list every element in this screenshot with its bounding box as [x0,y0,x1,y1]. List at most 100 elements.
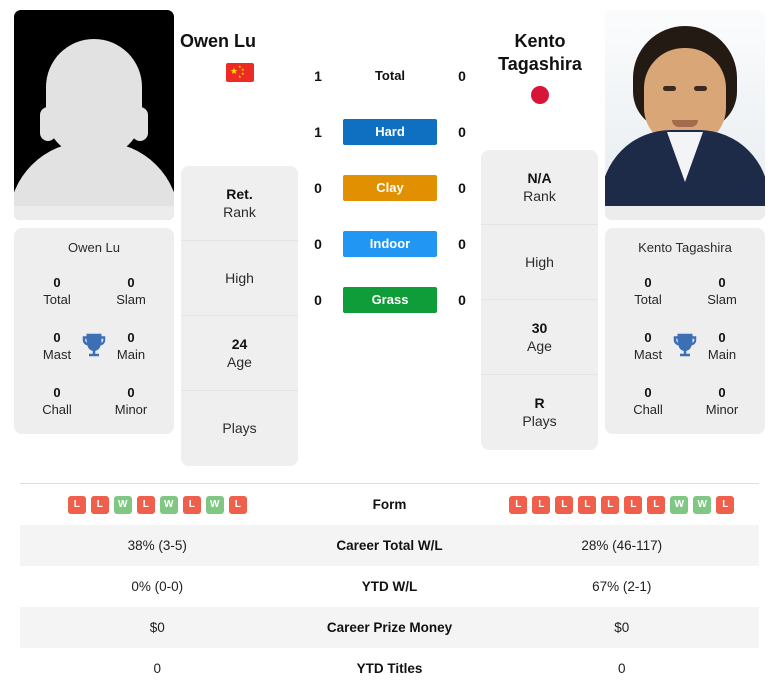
title-stat-value: 0 [644,275,652,290]
surface-row-hard: 1 Hard 0 [305,118,475,146]
info-value: Ret. [226,185,253,202]
title-stat-label: Minor [705,402,739,417]
stat-right-value: LLLLLLLWWL [485,495,760,514]
title-stat: 0 Minor [685,385,759,418]
form-badge-l[interactable]: L [555,495,574,514]
silhouette-avatar-placeholder-icon [14,10,174,220]
right-player-name-line2[interactable]: Tagashira [481,53,599,76]
right-player-photo[interactable] [605,10,765,220]
info-label: High [525,253,554,270]
right-player-flag-row [481,86,599,104]
stat-left-value: $0 [149,620,165,635]
form-badge-l[interactable]: L [228,495,247,514]
title-stat: 0 Total [20,275,94,308]
stat-label: YTD W/L [361,579,418,594]
form-badge-w[interactable]: W [159,495,178,514]
surface-badge-clay[interactable]: Clay [343,175,437,201]
info-label: Age [527,337,552,354]
info-label: Plays [522,413,557,429]
left-player-photo[interactable] [14,10,174,220]
form-badge-l[interactable]: L [647,495,666,514]
career-stats-table: L L W L W L W L Form L L L L L L L W W L 38% (3-5) Career To… [20,483,759,689]
table-row: $0 Career Prize Money $0 [20,607,759,648]
form-badge-l[interactable]: L [532,495,551,514]
form-badge-l[interactable]: L [67,495,86,514]
stat-right-value: 0 [617,661,626,676]
info-label: High [225,269,254,286]
surface-badge-grass[interactable]: Grass [343,287,437,313]
stat-label: Career Prize Money [326,620,453,635]
stat-label: Form [372,497,407,512]
form-badge-l[interactable]: L [578,495,597,514]
title-stat-value: 0 [644,385,652,400]
title-stat: 0 Total [611,275,685,308]
left-player-name[interactable]: Owen Lu [180,30,300,53]
form-badge-l[interactable]: L [136,495,155,514]
right-titles-grid: 0 Total 0 Slam 0 Mast 0 Main 0 Chall 0 M… [611,275,759,418]
surface-right-score: 0 [458,124,466,140]
title-stat-label: Minor [114,402,148,417]
surface-head-to-head: 1 Total 0 1 Hard 0 0 Clay 0 0 Indoor 0 0 Grass 0 [305,62,475,314]
title-stat-label: Total [43,292,71,307]
surface-left-score: 1 [314,68,322,84]
form-badge-l[interactable]: L [182,495,201,514]
title-stat-value: 0 [53,385,61,400]
form-badge-w[interactable]: W [670,495,689,514]
title-stat-value: 0 [718,275,726,290]
table-row: 0% (0-0) YTD W/L 67% (2-1) [20,566,759,607]
title-stat-value: 0 [53,275,61,290]
info-cell-age: 30 Age [481,300,598,375]
title-stat: 0 Minor [94,385,168,418]
left-player-titles-card: Owen Lu 0 Total 0 Slam 0 Mast 0 Main 0 C… [14,228,174,434]
right-form-list: LLLLLLLWWL [509,495,735,514]
info-cell-plays: R Plays [481,375,598,450]
surface-badge-hard[interactable]: Hard [343,119,437,145]
info-value: R [534,395,545,411]
title-stat-value: 0 [718,385,726,400]
table-row: 0 YTD Titles 0 [20,648,759,689]
form-badge-l[interactable]: L [601,495,620,514]
title-stat-label: Slam [116,292,146,307]
surface-badge-total: Total [374,68,406,83]
info-cell-rank: Ret. Rank [181,166,298,241]
info-value: 24 [231,335,248,352]
title-stat-label: Total [634,292,662,307]
stat-left-value: 0% (0-0) [131,579,184,594]
stat-right-value: $0 [614,620,630,635]
surface-badge-indoor[interactable]: Indoor [343,231,437,257]
jp-flag-icon [531,86,549,104]
stat-left-value: 0 [153,661,161,676]
surface-left-score: 0 [314,292,322,308]
left-player-name-block: Owen Lu ★ ★ ★ ★ ★ [180,30,300,82]
left-player-card-name: Owen Lu [67,240,121,255]
surface-right-score: 0 [458,180,466,196]
title-stat: 0 Chall [611,385,685,418]
form-badge-l[interactable]: L [90,495,109,514]
surface-right-score: 0 [458,68,466,84]
form-badge-w[interactable]: W [205,495,224,514]
title-stat-value: 0 [127,385,135,400]
form-badge-l[interactable]: L [716,495,735,514]
trophy-icon [673,333,697,356]
title-stat: 0 Slam [685,275,759,308]
left-player-info-card: Ret. Rank High 24 Age Plays [181,166,298,466]
info-value: 30 [531,319,548,336]
player-comparison-header: Owen Lu 0 Total 0 Slam 0 Mast 0 Main 0 C… [0,0,779,483]
left-player-flag-row: ★ ★ ★ ★ ★ [180,63,300,82]
player-portrait-image [605,10,765,220]
form-badge-w[interactable]: W [693,495,712,514]
info-cell-plays: Plays [181,391,298,466]
right-player-column: Kento Tagashira 0 Total 0 Slam 0 Mast 0 … [605,10,765,434]
stat-right-value: 67% (2-1) [592,579,652,594]
form-badge-l[interactable]: L [509,495,528,514]
info-cell-age: 24 Age [181,316,298,391]
right-player-name-line1[interactable]: Kento [481,30,599,53]
surface-row-grass: 0 Grass 0 [305,286,475,314]
form-badge-w[interactable]: W [113,495,132,514]
surface-left-score: 1 [314,124,322,140]
right-player-titles-card: Kento Tagashira 0 Total 0 Slam 0 Mast 0 … [605,228,765,434]
surface-row-clay: 0 Clay 0 [305,174,475,202]
title-stat-label: Chall [633,402,663,417]
form-badge-l[interactable]: L [624,495,643,514]
trophy-icon [82,333,106,356]
